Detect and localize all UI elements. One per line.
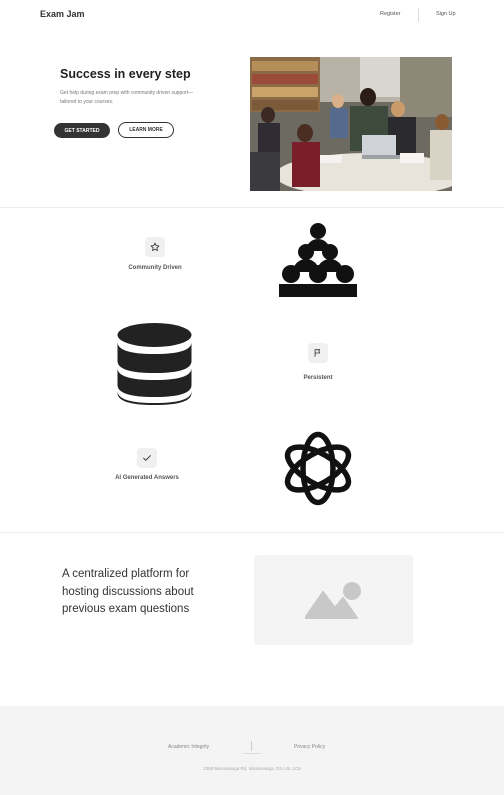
footer-divider [251, 741, 252, 751]
people-group-icon [279, 223, 357, 297]
nav-signup-link[interactable]: Sign Up [436, 11, 456, 17]
openai-logo-icon [284, 431, 352, 506]
academic-integrity-link[interactable]: Academic Integrity [168, 744, 209, 750]
get-started-button[interactable]: GET STARTED [54, 123, 110, 138]
site-header: Exam Jam Register Sign Up [0, 0, 504, 30]
flag-badge [308, 343, 328, 363]
nav-divider [418, 8, 419, 22]
hero-subtitle: Get help during exam prep with community… [60, 90, 194, 105]
image-placeholder [254, 555, 413, 645]
footer-underline [243, 753, 261, 754]
feature-label-community: Community Driven [128, 265, 182, 271]
footer-address: 3359 Mississauga Rd, Mississauga, ON L5L… [203, 766, 301, 771]
check-badge [137, 448, 157, 468]
site-footer: Academic Integrity Privacy Policy 3359 M… [0, 706, 504, 795]
section-divider [0, 532, 504, 533]
feature-label-persistent: Persistent [303, 375, 333, 381]
hero-students-photo [250, 57, 452, 191]
mission-statement: A centralized platform for hosting discu… [62, 568, 194, 615]
privacy-policy-link[interactable]: Privacy Policy [294, 744, 325, 750]
feature-label-ai: AI Generated Answers [115, 475, 179, 481]
section-divider [0, 207, 504, 208]
image-placeholder-icon [305, 582, 361, 619]
star-icon [150, 242, 160, 251]
hero-title: Success in every step [60, 67, 191, 81]
learn-more-button[interactable]: LEARN MORE [118, 122, 174, 138]
nav-register-link[interactable]: Register [380, 11, 400, 17]
flag-icon [314, 349, 321, 357]
database-icon [117, 323, 192, 405]
check-icon [143, 455, 151, 461]
brand-logo[interactable]: Exam Jam [40, 9, 85, 19]
star-badge [145, 237, 165, 257]
